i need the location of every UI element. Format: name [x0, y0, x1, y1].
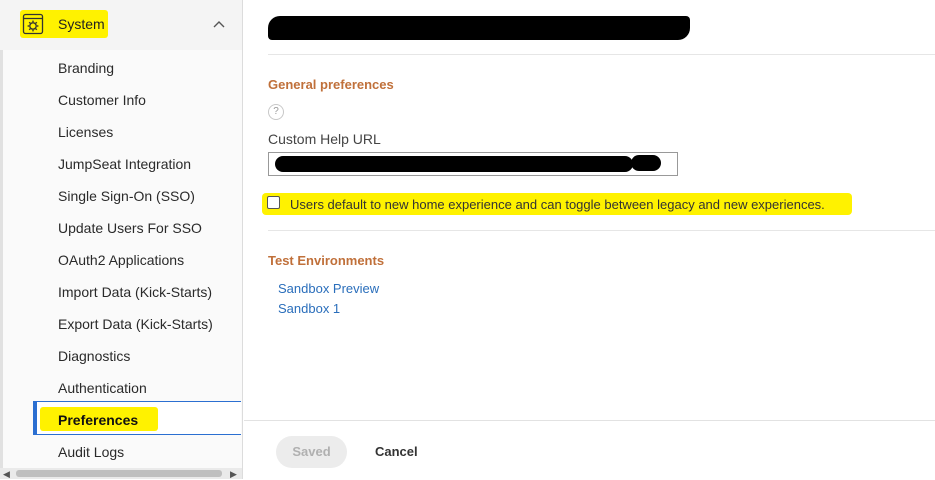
sidebar-item-single-sign-on[interactable]: Single Sign-On (SSO) — [58, 188, 195, 204]
sidebar-item-audit-logs[interactable]: Audit Logs — [58, 444, 124, 460]
general-preferences-heading: General preferences — [268, 77, 394, 92]
footer-divider — [244, 420, 935, 421]
new-home-experience-label[interactable]: Users default to new home experience and… — [290, 197, 825, 212]
sidebar-item-jumpseat-integration[interactable]: JumpSeat Integration — [58, 156, 191, 172]
scrollbar-thumb[interactable] — [16, 470, 222, 477]
sidebar-horizontal-scrollbar[interactable]: ◀ ▶ — [0, 468, 242, 479]
divider — [268, 54, 935, 55]
sandbox-1-link[interactable]: Sandbox 1 — [278, 301, 340, 316]
custom-help-url-input[interactable] — [268, 152, 678, 176]
test-environments-heading: Test Environments — [268, 253, 385, 268]
divider — [268, 230, 935, 231]
saved-button[interactable]: Saved — [276, 436, 347, 468]
sidebar-item-update-users-for-sso[interactable]: Update Users For SSO — [58, 220, 202, 236]
sidebar-item-preferences[interactable]: Preferences — [58, 412, 138, 428]
sidebar-item-import-data[interactable]: Import Data (Kick-Starts) — [58, 284, 212, 300]
redacted-page-title — [268, 16, 690, 40]
system-section-label: System — [58, 16, 105, 32]
sidebar-item-authentication[interactable]: Authentication — [58, 380, 147, 396]
system-section-header[interactable]: System — [0, 0, 242, 50]
sidebar-item-diagnostics[interactable]: Diagnostics — [58, 348, 130, 364]
custom-help-url-label: Custom Help URL — [268, 131, 381, 147]
sidebar-item-export-data[interactable]: Export Data (Kick-Starts) — [58, 316, 213, 332]
redacted-input-value — [631, 155, 661, 171]
scroll-left-icon[interactable]: ◀ — [3, 469, 10, 480]
help-icon[interactable]: ? — [268, 104, 284, 120]
cancel-button[interactable]: Cancel — [375, 444, 418, 459]
redacted-input-value — [275, 156, 633, 172]
sidebar-item-branding[interactable]: Branding — [58, 60, 114, 76]
new-home-experience-checkbox[interactable] — [267, 196, 280, 209]
scroll-right-icon[interactable]: ▶ — [230, 469, 237, 480]
sidebar-item-oauth2-applications[interactable]: OAuth2 Applications — [58, 252, 184, 268]
sidebar: System Branding Customer Info Licenses J… — [0, 0, 243, 479]
sidebar-item-licenses[interactable]: Licenses — [58, 124, 113, 140]
sandbox-preview-link[interactable]: Sandbox Preview — [278, 281, 379, 296]
chevron-up-icon[interactable] — [212, 19, 226, 29]
sidebar-item-customer-info[interactable]: Customer Info — [58, 92, 146, 108]
gear-window-icon — [22, 13, 44, 35]
